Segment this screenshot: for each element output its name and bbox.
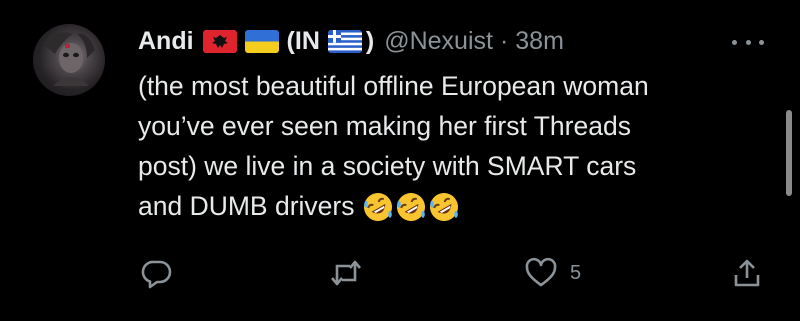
like-count: 5 — [570, 261, 582, 284]
retweet-button[interactable] — [328, 257, 364, 289]
post-text-line: you’ve ever seen making her first Thread… — [138, 111, 631, 141]
action-bar: 5 — [0, 254, 800, 294]
like-button[interactable]: 5 — [524, 257, 581, 289]
country-label-close: ) — [365, 26, 375, 55]
share-button[interactable] — [732, 257, 762, 289]
post-text-line: (the most beautiful offline European wom… — [138, 71, 649, 101]
albania-flag-icon — [202, 29, 237, 53]
greece-flag-icon — [327, 29, 362, 53]
reply-button[interactable] — [141, 257, 173, 289]
post-text: (the most beautiful offline European wom… — [138, 66, 758, 226]
author-name[interactable]: Andi — [138, 27, 194, 56]
separator-dot: · — [499, 26, 509, 55]
share-icon — [734, 259, 760, 287]
rolling-on-floor-laughing-emoji — [397, 193, 426, 221]
ukraine-flag-icon — [244, 29, 279, 53]
post-text-line-last: and DUMB drivers — [138, 186, 758, 226]
like-icon — [525, 257, 557, 287]
retweet-icon — [331, 260, 361, 286]
post-text-line: post) we live in a society with SMART ca… — [138, 151, 637, 181]
scrollbar-thumb[interactable] — [786, 110, 792, 196]
author-handle[interactable]: @Nexuist — [384, 27, 493, 56]
country-label-open: (IN — [286, 26, 320, 55]
more-options-icon[interactable] — [732, 32, 764, 52]
rolling-on-floor-laughing-emoji — [364, 193, 393, 221]
avatar[interactable] — [33, 24, 105, 96]
emoji-group — [362, 191, 460, 223]
post-text-line: and DUMB drivers — [138, 191, 355, 221]
post-timestamp[interactable]: 38m — [515, 27, 564, 56]
reply-icon — [141, 260, 172, 289]
rolling-on-floor-laughing-emoji — [430, 193, 459, 221]
post-header: Andi (IN) @Nexuist · 38m — [138, 22, 564, 60]
